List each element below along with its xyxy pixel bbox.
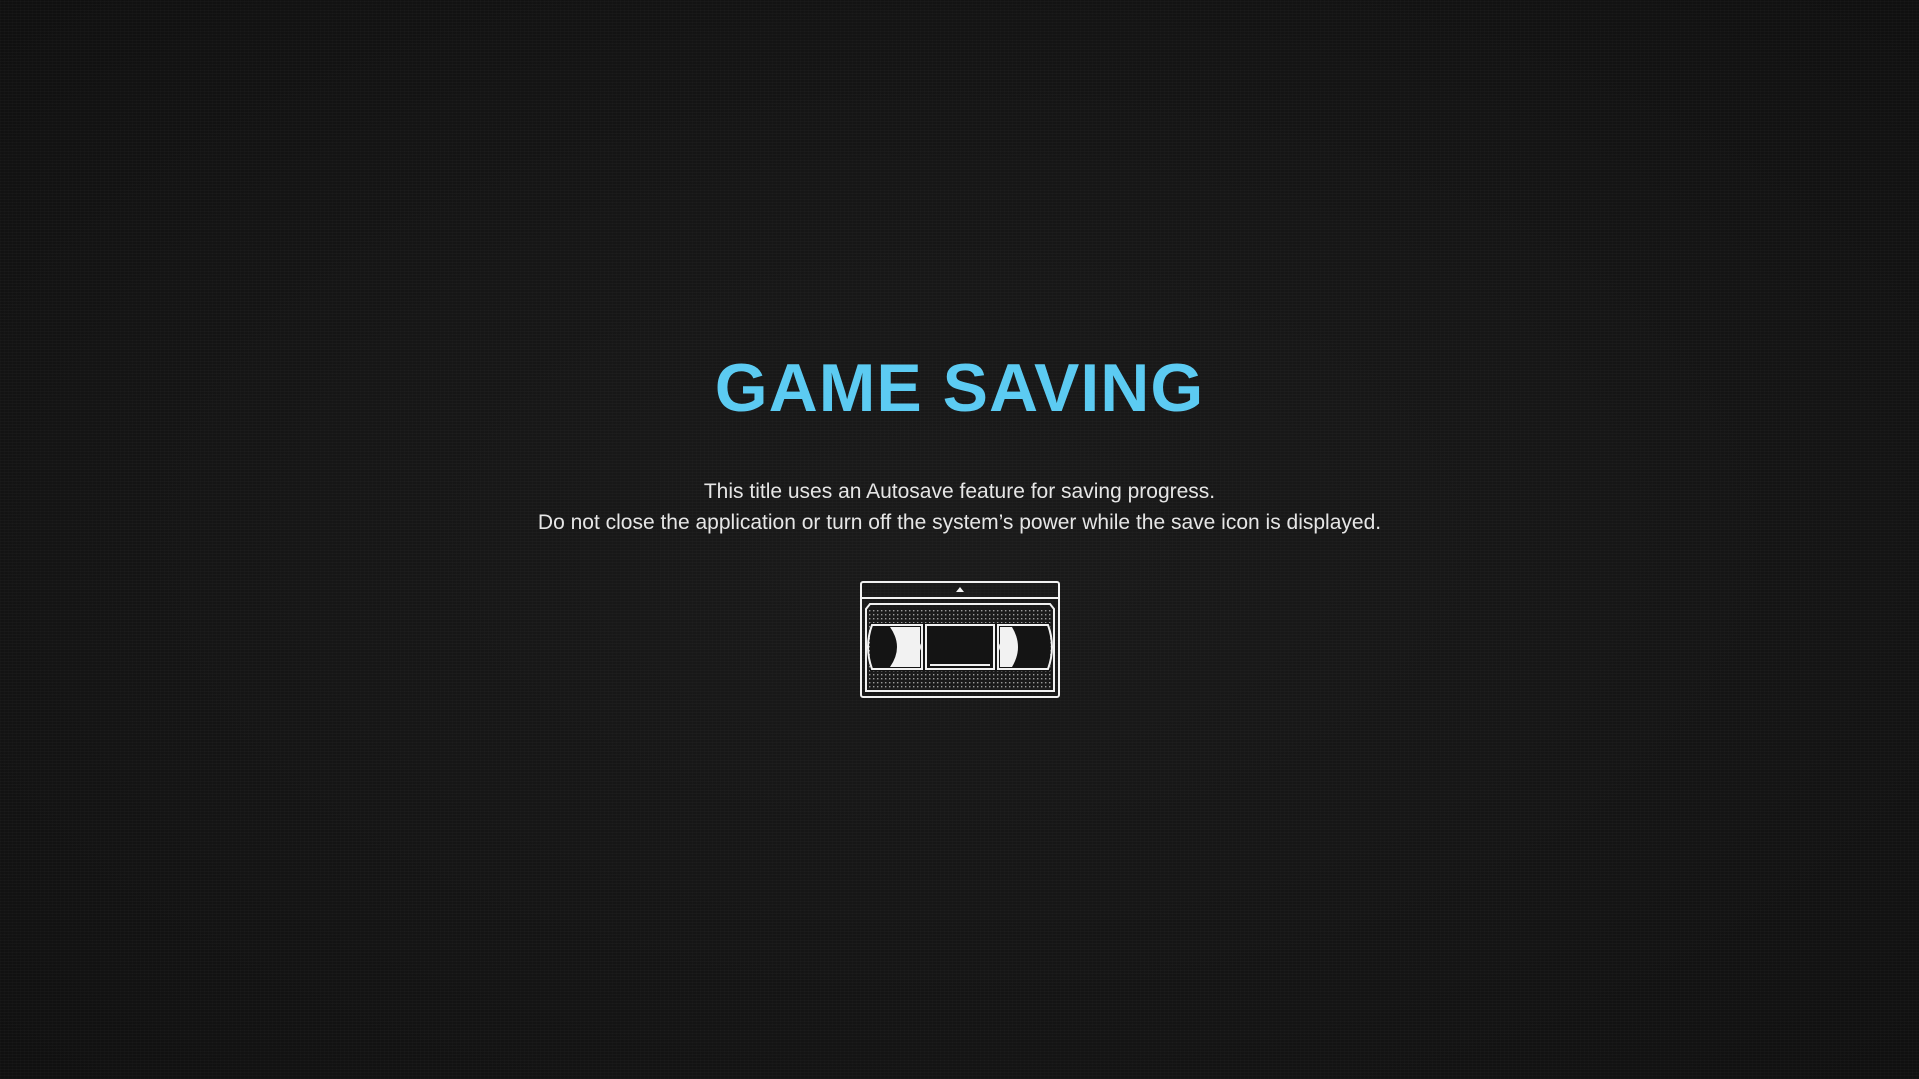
background-noise: [0, 0, 1919, 1079]
message-line-1: This title uses an Autosave feature for …: [703, 480, 1216, 503]
autosave-message: This title uses an Autosave feature for …: [0, 476, 1919, 538]
message-line-2: Do not close the application or turn off…: [537, 511, 1382, 534]
vhs-cassette-icon: [860, 581, 1060, 698]
page-title: GAME SAVING: [714, 350, 1205, 426]
game-saving-screen: GAME SAVING This title uses an Autosave …: [0, 0, 1919, 1079]
